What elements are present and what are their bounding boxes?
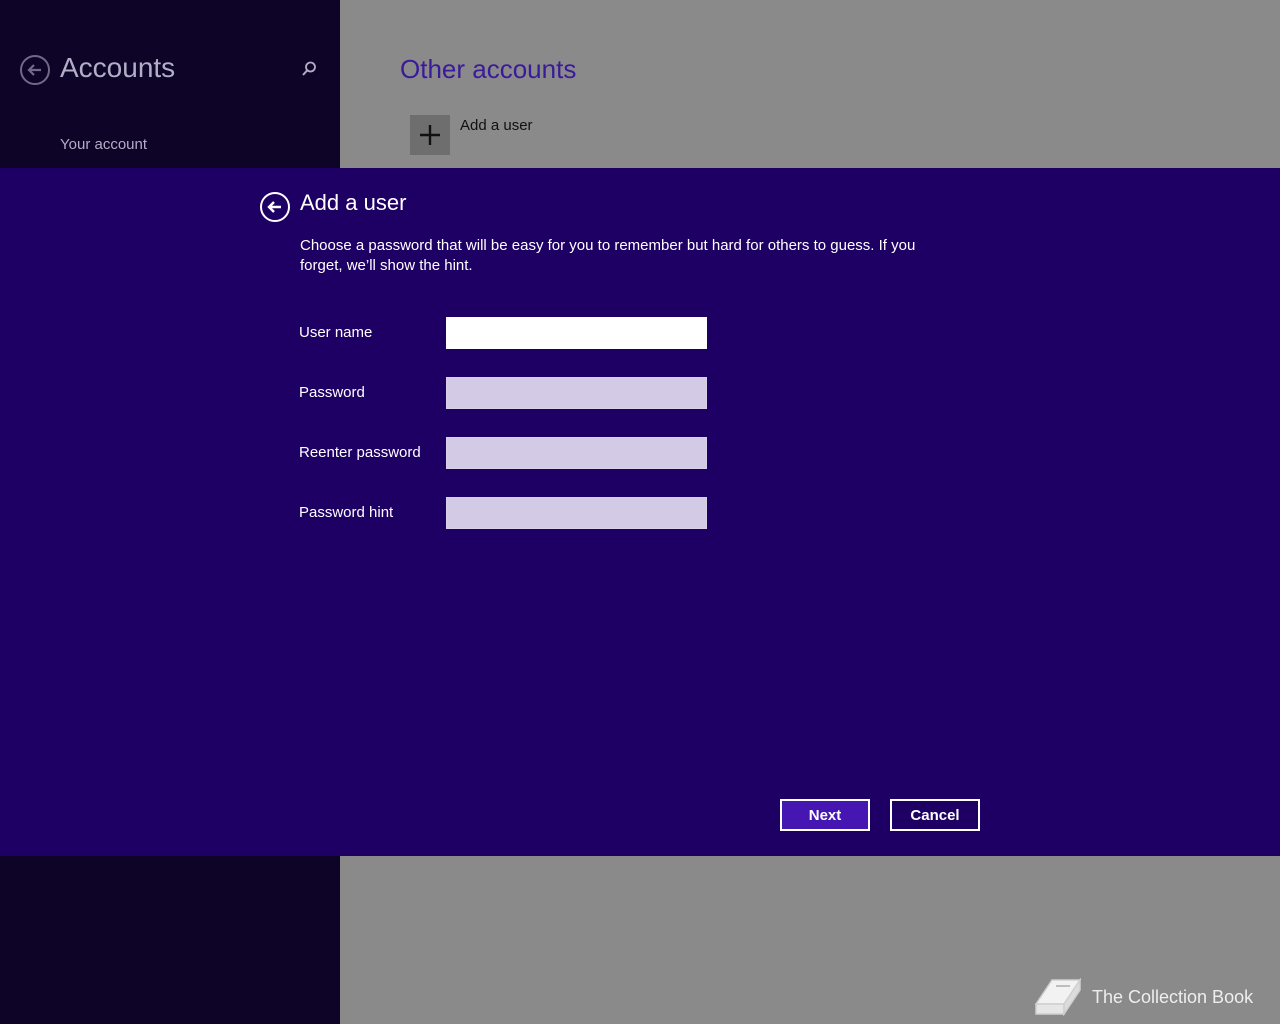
search-icon[interactable] [300,60,320,80]
plus-icon[interactable] [410,115,450,155]
user-name-input[interactable] [446,317,707,349]
dialog-back-arrow-icon[interactable] [260,192,290,222]
accounts-title: Accounts [60,52,176,83]
dialog-description: Choose a password that will be easy for … [300,237,916,274]
back-arrow-icon[interactable] [20,55,50,85]
password-label: Password [299,384,365,401]
dialog-title: Add a user [300,190,407,215]
password-hint-label: Password hint [299,504,394,521]
add-user-dialog: Add a user Choose a password that will b… [0,168,1280,856]
add-user-link[interactable]: Add a user [460,117,533,134]
watermark: The Collection Book [1030,974,1253,1020]
cancel-button[interactable]: Cancel [890,799,980,831]
user-name-label: User name [299,324,373,341]
password-input[interactable] [446,377,707,409]
book-icon [1034,977,1082,1017]
reenter-password-input[interactable] [446,437,707,469]
watermark-text: The Collection Book [1092,986,1254,1007]
password-hint-input[interactable] [446,497,707,529]
reenter-password-label: Reenter password [299,444,421,461]
next-button[interactable]: Next [780,799,870,831]
nav-item-your-account[interactable]: Your account [60,136,147,153]
other-accounts-title: Other accounts [400,54,577,84]
